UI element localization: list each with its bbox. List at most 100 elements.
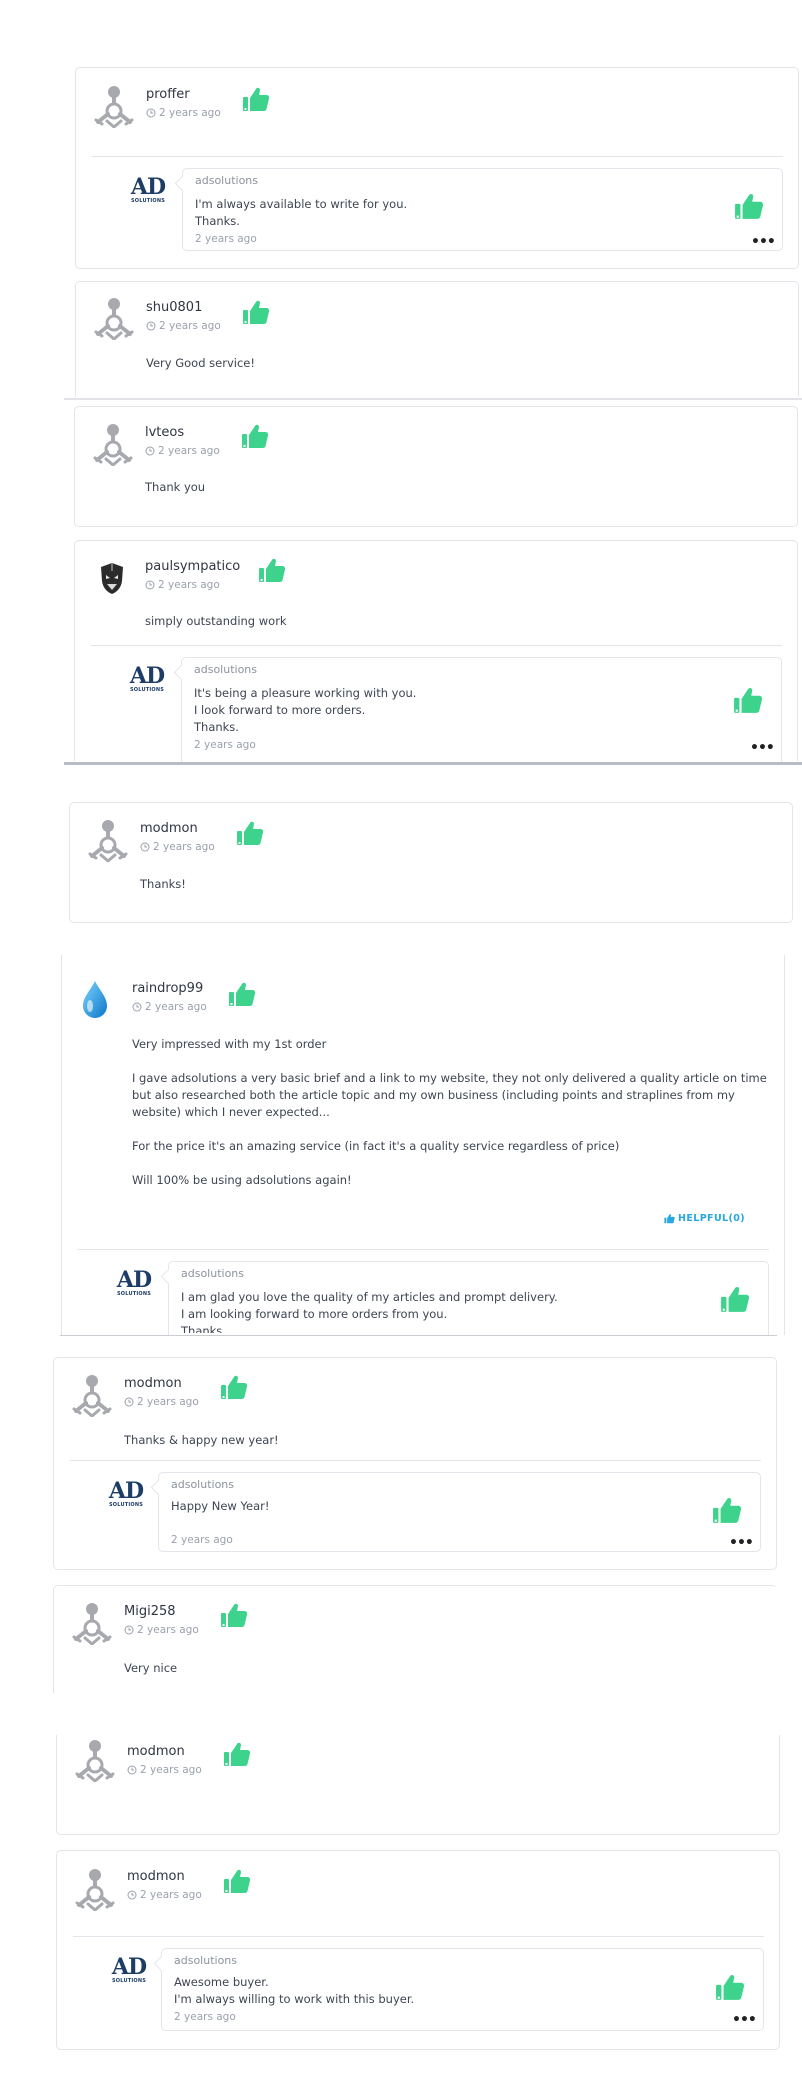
reply-time: 2 years ago <box>171 1534 233 1546</box>
review-text: Very nice <box>124 1661 178 1675</box>
seller-logo: AD SOLUTIONS <box>108 1478 144 1508</box>
clock-icon <box>124 1397 134 1407</box>
more-dots-icon[interactable]: ••• <box>732 2013 757 2027</box>
review-author[interactable]: lvteos <box>145 425 184 440</box>
reply-author[interactable]: adsolutions <box>195 174 258 187</box>
default-user-icon <box>93 422 133 466</box>
thumbs-up-icon <box>242 298 270 326</box>
clock-icon <box>127 1890 137 1900</box>
thumbs-up-icon <box>220 1601 248 1629</box>
seller-reply: adsolutions Happy New Year! 2 years ago … <box>158 1472 761 1552</box>
review-text: Thank you <box>145 480 206 494</box>
review-card: modmon 2 years ago Thanks & happy new ye… <box>53 1357 777 1570</box>
clock-icon <box>140 842 150 852</box>
more-dots-icon[interactable]: ••• <box>750 741 775 755</box>
review-time: 2 years ago <box>140 841 215 853</box>
seller-reply: adsolutions Awesome buyer. I'm always wil… <box>161 1948 764 2031</box>
reply-author[interactable]: adsolutions <box>174 1954 237 1967</box>
review-author[interactable]: paulsympatico <box>145 559 240 574</box>
thumbs-up-icon <box>223 1740 251 1768</box>
review-time: 2 years ago <box>127 1764 202 1776</box>
review-time: 2 years ago <box>132 1001 207 1013</box>
clock-icon <box>145 580 155 590</box>
divider <box>73 1936 764 1937</box>
thumbs-up-icon <box>223 1867 251 1895</box>
thumbs-up-icon <box>734 191 764 221</box>
review-author[interactable]: modmon <box>124 1376 182 1391</box>
review-author[interactable]: Migi258 <box>124 1604 176 1619</box>
seller-logo: AD SOLUTIONS <box>129 663 165 693</box>
reply-author[interactable]: adsolutions <box>194 663 257 676</box>
seller-logo: AD SOLUTIONS <box>130 174 166 204</box>
review-author[interactable]: raindrop99 <box>132 981 203 996</box>
review-time: 2 years ago <box>145 579 220 591</box>
thumbs-up-icon <box>228 980 256 1008</box>
avatar <box>97 561 127 595</box>
default-user-icon <box>72 1373 112 1417</box>
thumbs-up-icon <box>715 1972 745 2002</box>
thumbs-up-icon <box>241 422 269 450</box>
helpful-button[interactable]: HELPFUL(0) <box>664 1213 745 1224</box>
water-drop-icon <box>80 979 110 1019</box>
reply-time: 2 years ago <box>194 739 256 751</box>
seller-logo: AD SOLUTIONS <box>116 1267 152 1297</box>
section-divider <box>60 1335 777 1336</box>
thumbs-up-icon <box>720 1284 750 1314</box>
review-time: 2 years ago <box>124 1624 199 1636</box>
review-card: lvteos 2 years ago Thank you <box>74 406 798 527</box>
thumbs-up-icon <box>712 1495 742 1525</box>
review-card: proffer 2 years ago AD SOLUTIONS adsoluti… <box>75 67 799 269</box>
review-author[interactable]: shu0801 <box>146 300 202 315</box>
thumbs-up-icon <box>242 85 270 113</box>
reply-author[interactable]: adsolutions <box>171 1478 234 1491</box>
review-text: Very impressed with my 1st order <box>132 1037 327 1051</box>
reply-text: It's being a pleasure working with you. I… <box>194 686 417 734</box>
divider <box>91 645 782 646</box>
more-dots-icon[interactable]: ••• <box>729 1536 754 1550</box>
seller-reply: adsolutions I am glad you love the quali… <box>168 1261 769 1335</box>
default-user-icon <box>75 1867 115 1911</box>
default-user-icon <box>75 1738 115 1782</box>
reply-text: Happy New Year! <box>171 1499 270 1513</box>
default-user-icon <box>94 296 134 340</box>
reply-text: I'm always available to write for you. Th… <box>195 197 408 228</box>
review-card: modmon 2 years ago Thanks! <box>69 802 793 923</box>
clock-icon <box>145 446 155 456</box>
review-card: modmon 2 years ago AD SOLUTIONS adsolutio… <box>56 1850 780 2050</box>
seller-reply: adsolutions I'm always available to writ… <box>182 168 783 251</box>
default-user-icon <box>88 818 128 862</box>
more-dots-icon[interactable]: ••• <box>751 235 776 249</box>
review-card: paulsympatico 2 years ago simply outstan… <box>74 540 798 763</box>
clock-icon <box>132 1002 142 1012</box>
thumbs-up-icon <box>664 1214 675 1224</box>
reply-text: Awesome buyer. I'm always willing to work… <box>174 1975 415 2006</box>
review-card: raindrop99 2 years ago Very impressed wi… <box>61 955 785 1335</box>
thumbs-up-icon <box>258 556 286 584</box>
review-time: 2 years ago <box>146 320 221 332</box>
divider <box>78 1249 769 1250</box>
review-text: simply outstanding work <box>145 614 287 628</box>
clock-icon <box>124 1625 134 1635</box>
thumbs-up-icon <box>733 685 763 715</box>
reply-author[interactable]: adsolutions <box>181 1267 244 1280</box>
divider <box>92 156 783 157</box>
clock-icon <box>127 1765 137 1775</box>
review-author[interactable]: modmon <box>127 1744 185 1759</box>
thumbs-up-icon <box>236 819 264 847</box>
review-text: I gave adsolutions a very basic brief an… <box>132 1071 767 1119</box>
review-text: Will 100% be using adsolutions again! <box>132 1173 352 1187</box>
seller-logo: AD SOLUTIONS <box>111 1954 147 1984</box>
divider <box>70 1460 761 1461</box>
section-divider <box>64 762 802 765</box>
default-user-icon <box>72 1601 112 1645</box>
review-card: shu0801 2 years ago Very Good service! <box>75 281 799 397</box>
review-author[interactable]: modmon <box>140 821 198 836</box>
review-text: Thanks & happy new year! <box>124 1433 279 1447</box>
review-text: Very Good service! <box>146 356 255 370</box>
thumbs-up-icon <box>220 1373 248 1401</box>
review-time: 2 years ago <box>127 1889 202 1901</box>
review-author[interactable]: proffer <box>146 87 190 102</box>
review-author[interactable]: modmon <box>127 1869 185 1884</box>
review-time: 2 years ago <box>124 1396 199 1408</box>
seller-reply: adsolutions It's being a pleasure workin… <box>181 657 782 763</box>
